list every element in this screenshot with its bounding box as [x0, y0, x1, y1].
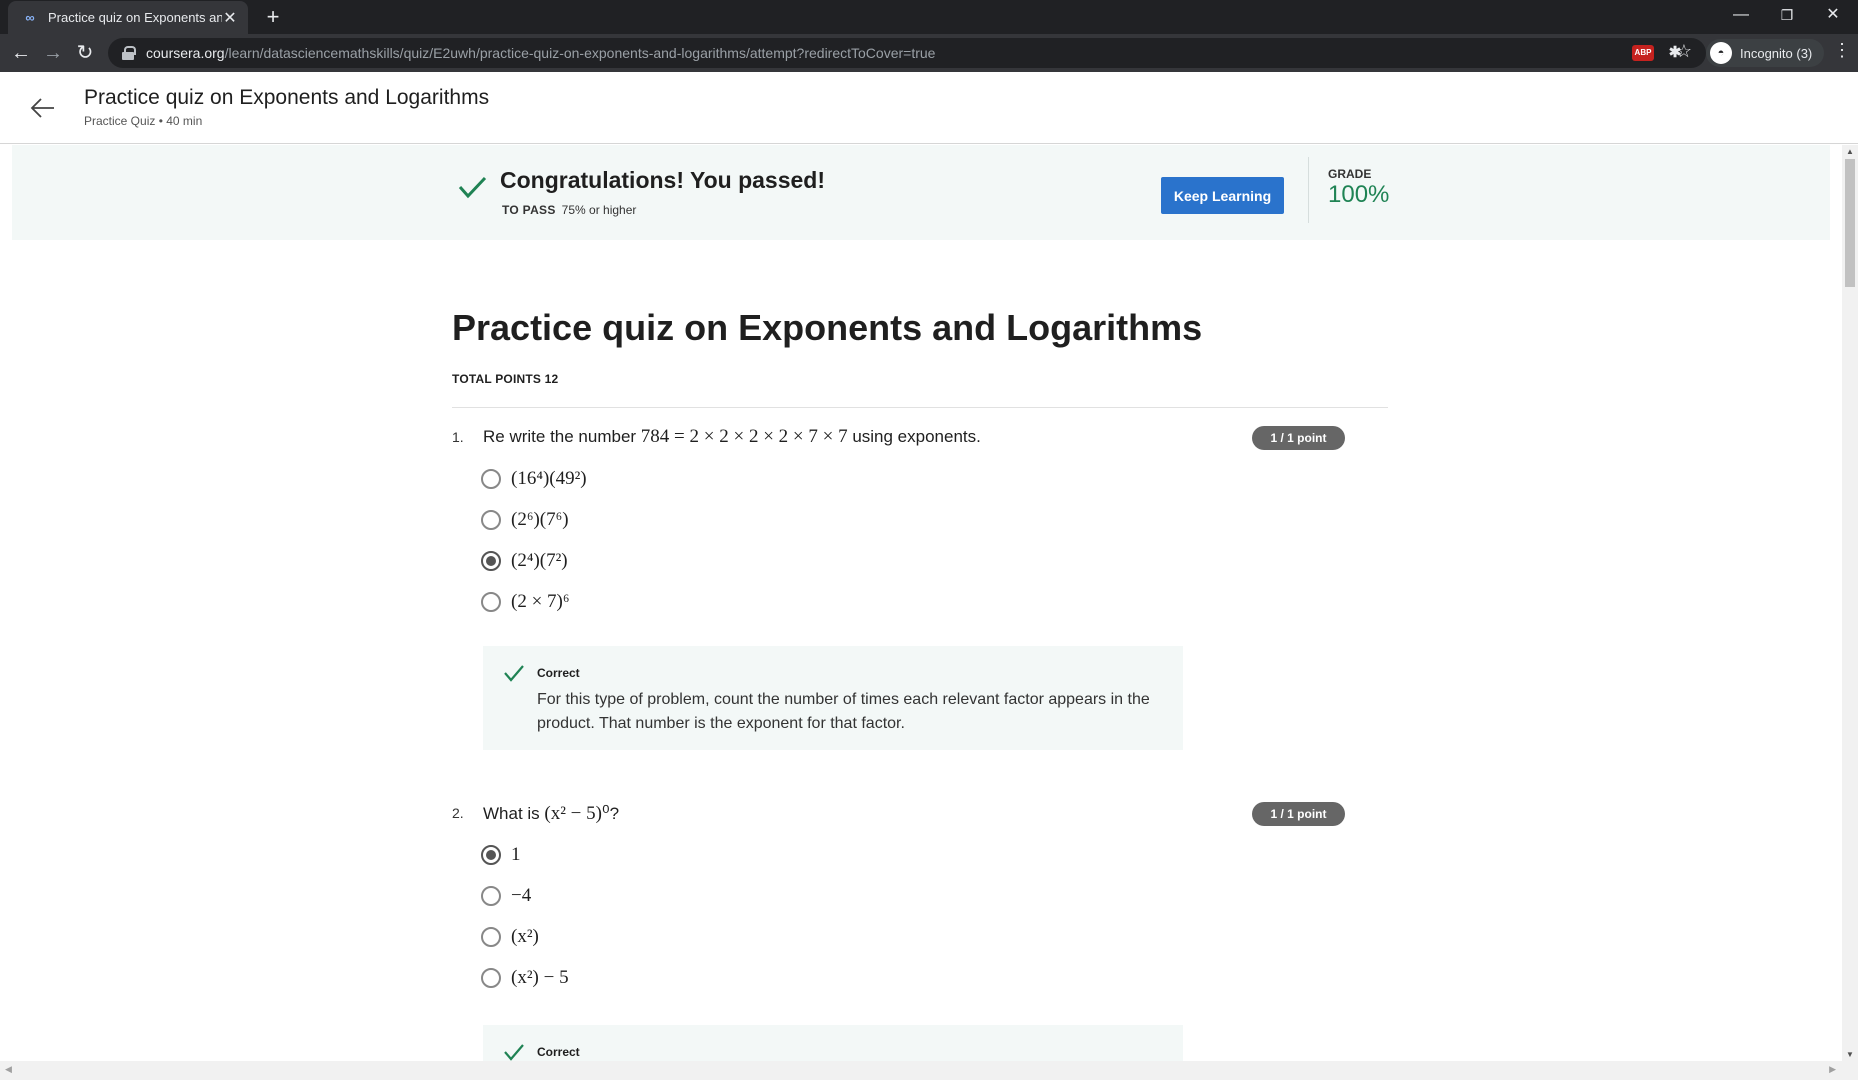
answer-option[interactable]: −4 [481, 885, 531, 907]
header-title: Practice quiz on Exponents and Logarithm… [84, 86, 490, 109]
extension-icon[interactable]: ✱ [1664, 43, 1686, 63]
radio-button[interactable] [481, 469, 501, 489]
address-bar[interactable]: coursera.org/learn/datasciencemathskills… [108, 38, 1706, 68]
quiz-title: Practice quiz on Exponents and Logarithm… [452, 307, 1203, 348]
divider [452, 407, 1388, 408]
radio-button-selected[interactable] [481, 845, 501, 865]
radio-button[interactable] [481, 968, 501, 988]
option-label: (16⁴)(49²) [511, 468, 587, 489]
option-label: (2⁶)(7⁶) [511, 509, 569, 530]
forward-nav-button[interactable]: → [40, 40, 66, 66]
vertical-scrollbar[interactable]: ▲ ▼ [1842, 145, 1858, 1061]
radio-button[interactable] [481, 927, 501, 947]
tab-title: Practice quiz on Exponents and L [48, 10, 222, 25]
restore-window-button[interactable]: ❐ [1764, 0, 1810, 30]
lock-icon [122, 46, 136, 60]
browser-menu-icon[interactable]: ⋮ [1832, 40, 1852, 61]
feedback-title: Correct [537, 666, 580, 680]
browser-tab[interactable]: ∞ Practice quiz on Exponents and L ✕ [8, 1, 248, 34]
option-label: (2⁴)(7²) [511, 550, 568, 571]
check-icon [504, 1044, 524, 1061]
grade-value: 100% [1328, 181, 1390, 208]
feedback-box: Correct For this type of problem, count … [483, 646, 1183, 750]
feedback-box: Correct [483, 1025, 1183, 1061]
option-label: (2 × 7)⁶ [511, 591, 570, 612]
banner-divider [1308, 157, 1309, 223]
question-text: Re write the number 784 = 2 × 2 × 2 × 2 … [483, 426, 981, 447]
back-arrow-icon[interactable] [28, 94, 56, 122]
option-label: 1 [511, 844, 521, 865]
incognito-icon: ◓ [1710, 42, 1732, 64]
quiz-content: Congratulations! You passed! TO PASS 75% … [0, 145, 1842, 1061]
scroll-right-arrow-icon[interactable]: ▶ [1829, 1064, 1836, 1075]
url-text: coursera.org/learn/datasciencemathskills… [146, 45, 936, 61]
radio-button-selected[interactable] [481, 551, 501, 571]
header-subtitle: Practice Quiz • 40 min [84, 114, 203, 128]
answer-option[interactable]: (x²) − 5 [481, 967, 569, 989]
feedback-body: For this type of problem, count the numb… [537, 691, 1150, 732]
back-nav-button[interactable]: ← [8, 40, 34, 66]
option-label: (x²) − 5 [511, 967, 569, 988]
answer-option[interactable]: (2⁴)(7²) [481, 550, 568, 572]
scroll-down-arrow-icon[interactable]: ▼ [1846, 1050, 1854, 1059]
option-label: −4 [511, 885, 532, 906]
reload-button[interactable]: ↻ [72, 40, 98, 66]
new-tab-button[interactable]: + [260, 4, 286, 30]
scroll-left-arrow-icon[interactable]: ◀ [5, 1064, 12, 1075]
feedback-title: Correct [537, 1045, 580, 1059]
answer-option[interactable]: (x²) [481, 926, 539, 948]
close-window-button[interactable]: ✕ [1810, 0, 1856, 30]
check-icon [458, 176, 487, 199]
answer-option[interactable]: (16⁴)(49²) [481, 468, 587, 490]
question-number: 2. [452, 805, 464, 821]
browser-toolbar: ← → ↻ coursera.org/learn/datasciencemath… [0, 34, 1858, 72]
answer-option[interactable]: 1 [481, 844, 521, 866]
radio-button[interactable] [481, 510, 501, 530]
question-text: What is (x² − 5)⁰? [483, 803, 620, 824]
horizontal-scrollbar[interactable]: ◀ ▶ [0, 1061, 1858, 1080]
radio-button[interactable] [481, 886, 501, 906]
grade-label: GRADE [1328, 167, 1372, 181]
quiz-header: Practice quiz on Exponents and Logarithm… [0, 72, 1858, 144]
keep-learning-button[interactable]: Keep Learning [1161, 177, 1284, 214]
points-badge: 1 / 1 point [1252, 802, 1345, 826]
coursera-icon: ∞ [25, 10, 35, 25]
answer-option[interactable]: (2 × 7)⁶ [481, 591, 570, 613]
passed-banner: Congratulations! You passed! TO PASS 75% … [12, 145, 1830, 240]
scrollbar-thumb[interactable] [1845, 159, 1855, 287]
to-pass-text: TO PASS 75% or higher [502, 203, 637, 217]
points-badge: 1 / 1 point [1252, 426, 1345, 450]
adblock-extension-icon[interactable]: ABP [1632, 45, 1654, 61]
minimize-window-button[interactable]: — [1718, 0, 1764, 30]
profile-label: Incognito (3) [1740, 45, 1813, 61]
banner-title: Congratulations! You passed! [500, 167, 826, 193]
question-number: 1. [452, 429, 464, 445]
check-icon [504, 665, 524, 682]
scroll-up-arrow-icon[interactable]: ▲ [1846, 147, 1854, 156]
incognito-profile-button[interactable]: ◓ Incognito (3) [1706, 39, 1825, 67]
answer-option[interactable]: (2⁶)(7⁶) [481, 509, 569, 531]
total-points: TOTAL POINTS 12 [452, 372, 559, 386]
option-label: (x²) [511, 926, 539, 947]
browser-tab-strip: ∞ Practice quiz on Exponents and L ✕ + —… [0, 0, 1858, 34]
radio-button[interactable] [481, 592, 501, 612]
close-tab-icon[interactable]: ✕ [222, 8, 238, 28]
